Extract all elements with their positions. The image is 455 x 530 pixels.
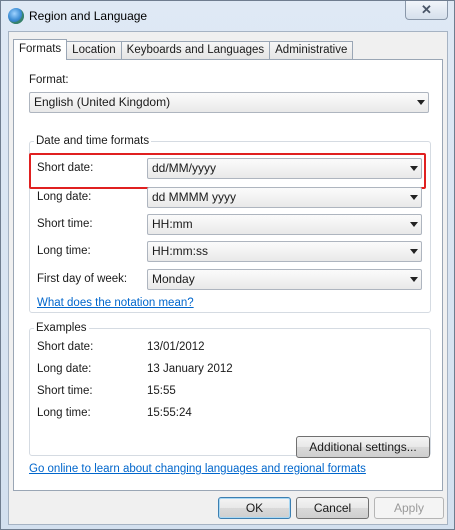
formats-panel: Format: English (United Kingdom) Date an… [13, 59, 443, 491]
long-time-label: Long time: [37, 245, 91, 257]
chevron-down-icon [417, 100, 425, 105]
example-short-time-label: Short time: [37, 385, 93, 397]
first-day-of-week-value: Monday [152, 272, 195, 286]
dialog-client-area: Formats Location Keyboards and Languages… [8, 31, 448, 525]
close-button[interactable]: ✕ [405, 1, 448, 20]
tab-strip: Formats Location Keyboards and Languages… [13, 39, 354, 60]
long-time-dropdown[interactable]: HH:mm:ss [147, 241, 422, 262]
format-label: Format: [29, 74, 69, 86]
format-dropdown[interactable]: English (United Kingdom) [29, 92, 429, 113]
chevron-down-icon [410, 222, 418, 227]
first-day-of-week-dropdown[interactable]: Monday [147, 269, 422, 290]
tab-administrative[interactable]: Administrative [269, 41, 354, 59]
apply-button[interactable]: Apply [374, 497, 444, 519]
tab-location[interactable]: Location [66, 41, 122, 59]
short-date-value: dd/MM/yyyy [152, 161, 217, 175]
examples-title: Examples [34, 322, 89, 334]
chevron-down-icon [410, 166, 418, 171]
title-bar[interactable]: Region and Language ✕ [1, 1, 454, 31]
long-time-value: HH:mm:ss [152, 244, 208, 258]
online-help-link[interactable]: Go online to learn about changing langua… [29, 463, 366, 475]
region-language-window: Region and Language ✕ Formats Location K… [0, 0, 455, 530]
short-time-dropdown[interactable]: HH:mm [147, 214, 422, 235]
additional-settings-button[interactable]: Additional settings... [296, 436, 430, 458]
short-time-value: HH:mm [152, 217, 193, 231]
short-time-label: Short time: [37, 218, 93, 230]
tab-keyboards-and-languages[interactable]: Keyboards and Languages [120, 41, 271, 59]
window-title: Region and Language [29, 9, 148, 23]
datetime-formats-title: Date and time formats [34, 135, 152, 147]
chevron-down-icon [410, 195, 418, 200]
long-date-label: Long date: [37, 191, 92, 203]
example-short-time-value: 15:55 [147, 385, 176, 397]
example-long-date-label: Long date: [37, 363, 92, 375]
short-date-label: Short date: [37, 162, 94, 174]
ok-button[interactable]: OK [218, 497, 291, 519]
tab-formats[interactable]: Formats [13, 39, 68, 60]
long-date-value: dd MMMM yyyy [152, 190, 236, 204]
example-long-time-label: Long time: [37, 407, 91, 419]
long-date-dropdown[interactable]: dd MMMM yyyy [147, 187, 422, 208]
example-short-date-value: 13/01/2012 [147, 341, 205, 353]
example-long-time-value: 15:55:24 [147, 407, 192, 419]
globe-icon [8, 8, 24, 24]
short-date-dropdown[interactable]: dd/MM/yyyy [147, 158, 422, 179]
close-icon: ✕ [421, 2, 432, 17]
cancel-button[interactable]: Cancel [296, 497, 369, 519]
example-long-date-value: 13 January 2012 [147, 363, 233, 375]
chevron-down-icon [410, 277, 418, 282]
example-short-date-label: Short date: [37, 341, 94, 353]
chevron-down-icon [410, 249, 418, 254]
format-value: English (United Kingdom) [34, 95, 171, 109]
first-day-of-week-label: First day of week: [37, 273, 128, 285]
notation-help-link[interactable]: What does the notation mean? [37, 297, 194, 309]
